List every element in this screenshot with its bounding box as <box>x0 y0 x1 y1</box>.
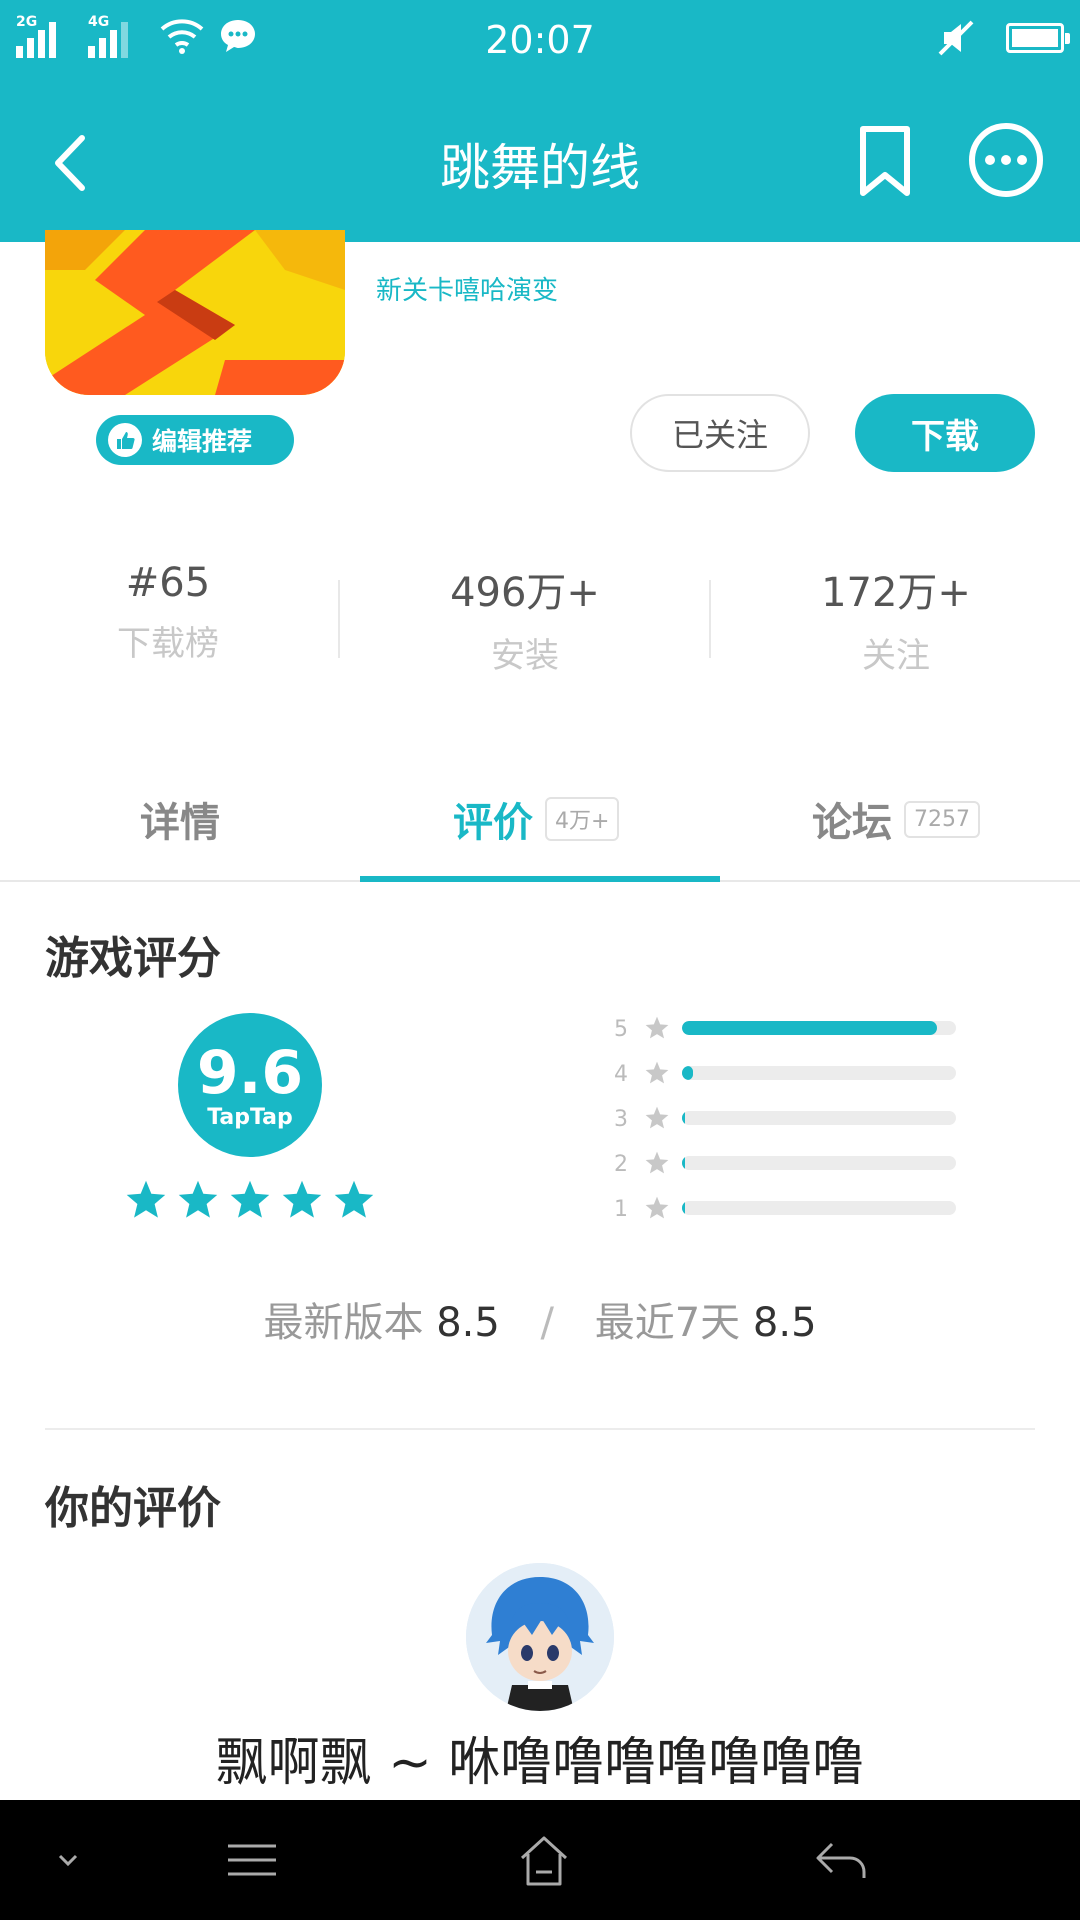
star-icon <box>645 1016 669 1039</box>
rating-bar-fill <box>682 1021 937 1035</box>
rating-bar-row: 3 <box>610 1103 960 1148</box>
section-title-rating: 游戏评分 <box>45 933 221 984</box>
section-divider <box>45 1428 1035 1430</box>
stat-divider <box>338 580 340 658</box>
star-icon <box>178 1180 218 1218</box>
download-button[interactable]: 下载 <box>855 394 1035 472</box>
tab-count-badge: 7257 <box>904 800 980 838</box>
rating-bar-row: 2 <box>610 1148 960 1193</box>
star-icon <box>230 1180 270 1218</box>
stat-label: 关注 <box>862 636 930 676</box>
app-icon[interactable] <box>45 230 345 395</box>
rating-bar-fill <box>682 1201 686 1215</box>
rating-bar-row: 1 <box>610 1193 960 1238</box>
rating-bar-row: 5 <box>610 1013 960 1058</box>
rating-level-label: 1 <box>614 1197 628 1222</box>
star-icon <box>645 1196 669 1219</box>
stat-followers: 172万+ 关注 <box>766 560 1026 677</box>
stat-value: #65 <box>125 560 211 606</box>
score-badge: 9.6 TapTap <box>178 1013 322 1157</box>
rating-bar-track <box>682 1156 956 1170</box>
app-logo <box>45 230 345 395</box>
editor-recommend-badge: 编辑推荐 <box>96 415 294 465</box>
tab-count-badge: 4万+ <box>545 797 620 841</box>
rating-level-label: 2 <box>614 1152 628 1177</box>
rating-bar-track <box>682 1066 956 1080</box>
menu-icon[interactable] <box>222 1830 282 1890</box>
star-icon <box>645 1151 669 1174</box>
tab-details[interactable]: 详情 <box>140 790 220 848</box>
score-brand: TapTap <box>207 1105 293 1130</box>
follow-button[interactable]: 已关注 <box>630 394 810 472</box>
avatar[interactable] <box>466 1563 614 1711</box>
bookmark-icon[interactable] <box>855 125 915 197</box>
stat-rank[interactable]: #65 下载榜 <box>38 560 298 665</box>
latest-version-label: 最新版本 <box>263 1300 424 1346</box>
tab-forum[interactable]: 论坛 7257 <box>812 790 980 848</box>
stat-label: 安装 <box>491 636 559 676</box>
header: 跳舞的线 <box>0 80 1080 242</box>
rating-bar-track <box>682 1111 956 1125</box>
app-subtitle: 新关卡嘻哈演变 <box>376 276 559 306</box>
rating-level-label: 5 <box>614 1017 628 1042</box>
mute-icon <box>938 20 974 56</box>
tab-label: 论坛 <box>812 800 892 846</box>
stats-row: #65 下载榜 496万+ 安装 172万+ 关注 <box>0 560 1080 680</box>
rating-level-label: 4 <box>614 1062 628 1087</box>
top-bar: 2G 4G 20:07 跳舞的线 <box>0 0 1080 242</box>
section-title-your-review: 你的评价 <box>45 1483 221 1534</box>
recent-score: 8.5 <box>752 1300 817 1346</box>
home-icon[interactable] <box>514 1830 574 1890</box>
system-nav-bar <box>0 1800 1080 1920</box>
rating-summary: 最新版本 8.5 / 最近7天 8.5 <box>0 1290 1080 1348</box>
rating-level-label: 3 <box>614 1107 628 1132</box>
rating-bar-row: 4 <box>610 1058 960 1103</box>
stat-value: 172万+ <box>821 570 971 616</box>
latest-version-score: 8.5 <box>436 1300 500 1346</box>
active-tab-indicator <box>360 876 720 882</box>
stat-installs: 496万+ 安装 <box>395 560 655 677</box>
rating-bar-track <box>682 1201 956 1215</box>
rating-distribution: 5 4 3 2 1 <box>610 1013 960 1238</box>
star-icon <box>126 1180 166 1218</box>
summary-separator: / <box>540 1300 555 1346</box>
stat-value: 496万+ <box>450 570 600 616</box>
more-icon[interactable] <box>966 120 1046 200</box>
star-rating <box>124 1178 376 1222</box>
status-time: 20:07 <box>485 18 595 62</box>
battery-icon <box>1006 23 1070 53</box>
status-bar: 2G 4G 20:07 <box>0 0 1080 80</box>
badge-label: 编辑推荐 <box>152 427 253 456</box>
star-icon <box>645 1061 669 1084</box>
stat-label: 下载榜 <box>117 624 219 664</box>
tab-label: 详情 <box>140 800 220 846</box>
rating-bar-fill <box>682 1066 693 1080</box>
star-icon <box>645 1106 669 1129</box>
avatar-image <box>466 1563 614 1711</box>
page-title: 跳舞的线 <box>440 139 640 197</box>
user-nickname: 飘啊飘 ~ 咻噜噜噜噜噜噜噜 <box>215 1733 865 1793</box>
rating-bar-fill <box>682 1111 686 1125</box>
tab-bar: 详情 评价 4万+ 论坛 7257 <box>0 760 1080 882</box>
rating-bar-track <box>682 1021 956 1035</box>
score-value: 9.6 <box>196 1038 304 1108</box>
rating-bar-fill <box>682 1156 686 1170</box>
tab-label: 评价 <box>453 800 533 846</box>
tab-reviews[interactable]: 评价 4万+ <box>453 790 620 848</box>
star-icon <box>334 1180 374 1218</box>
back-arrow-icon[interactable] <box>810 1830 870 1890</box>
recent-label: 最近7天 <box>594 1300 741 1346</box>
thumbs-up-icon <box>108 423 142 457</box>
chevron-down-icon[interactable] <box>38 1830 98 1890</box>
stat-divider <box>709 580 711 658</box>
star-icon <box>282 1180 322 1218</box>
